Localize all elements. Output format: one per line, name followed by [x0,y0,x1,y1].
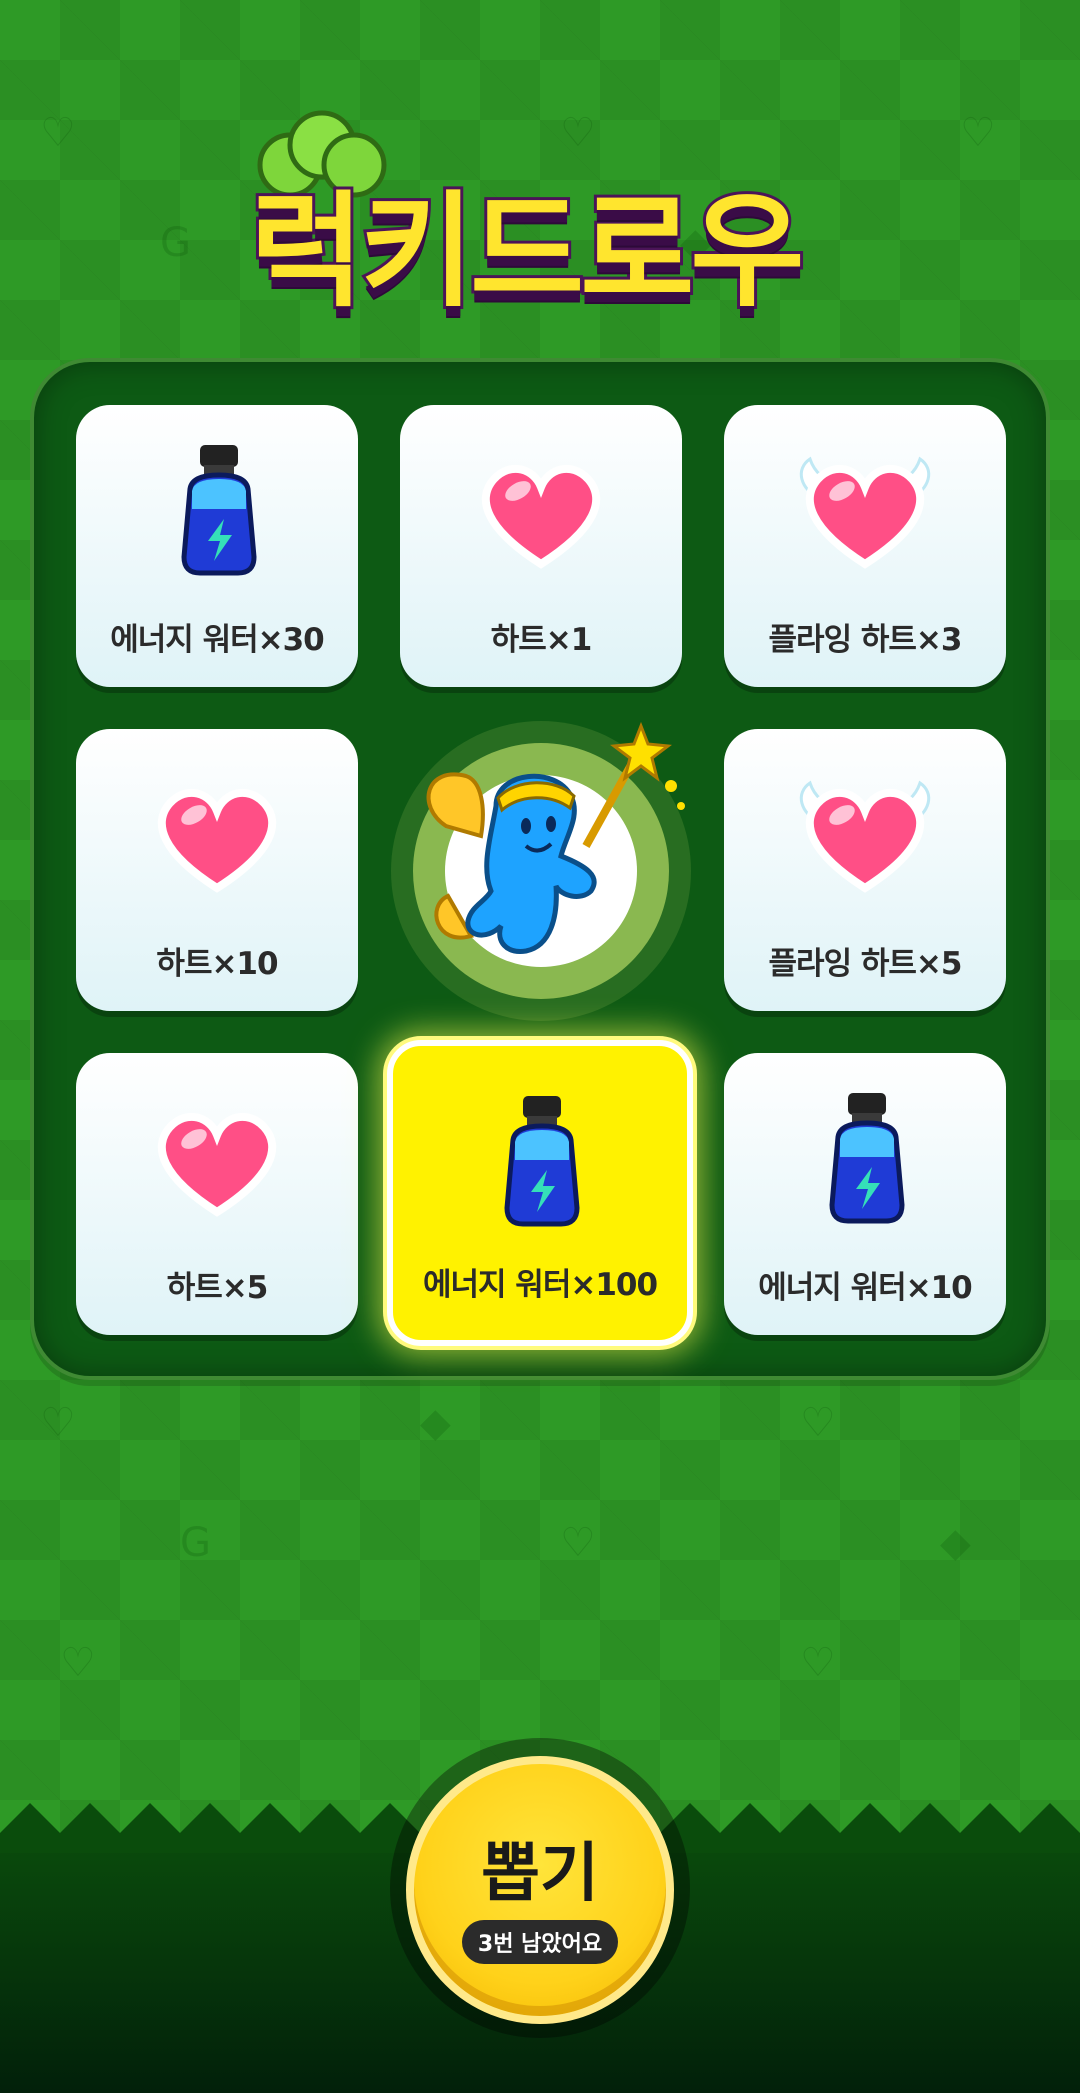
prize-label: 에너지 워터×10 [758,1270,973,1306]
energy-water-icon [465,1090,615,1230]
flying-heart-icon [799,781,931,903]
prize-cell: 플라잉 하트×5 [724,729,1006,1011]
flying-heart-icon [799,457,931,579]
prize-cell: 에너지 워터×10 [724,1053,1006,1335]
prize-label: 에너지 워터×30 [110,622,325,658]
remaining-draws-badge: 3번 남았어요 [461,1920,619,1964]
prize-label: 플라잉 하트×3 [768,622,963,658]
prize-cell: 하트×5 [76,1053,358,1335]
draw-button[interactable]: 뽑기 3번 남았어요 [406,1756,674,2024]
prize-cell: 하트×1 [400,405,682,687]
heart-icon [466,439,616,579]
prize-label: 플라잉 하트×5 [768,946,963,982]
prize-cell: 플라잉 하트×3 [724,405,1006,687]
page-title: 럭키드로우 [247,177,807,327]
energy-water-icon [142,439,292,579]
prize-label: 하트×1 [490,622,593,658]
prize-cell-selected: 에너지 워터×100 [387,1040,693,1346]
prize-cell: 하트×10 [76,729,358,1011]
prize-label: 하트×10 [156,946,278,982]
mascot-character [391,721,691,1021]
prize-label: 하트×5 [166,1270,269,1306]
title-banner: 럭키드로우 [240,110,840,327]
prize-cell: 에너지 워터×30 [76,405,358,687]
heart-icon [142,1087,292,1227]
heart-icon [142,763,292,903]
prize-label: 에너지 워터×100 [422,1267,658,1303]
energy-water-icon [790,1087,940,1227]
draw-button-label: 뽑기 [481,1837,599,1911]
